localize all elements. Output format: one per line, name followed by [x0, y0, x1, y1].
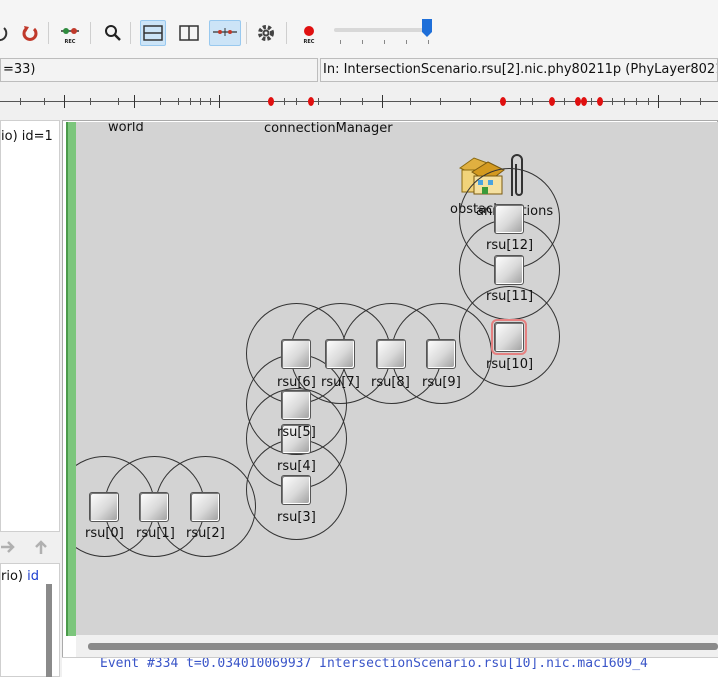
rsu-node-label: rsu[8] — [371, 375, 410, 390]
record-network-button[interactable]: REC — [57, 20, 83, 46]
rsu-node-label: rsu[11] — [486, 289, 534, 304]
inspector-entry: rio) id — [1, 569, 39, 584]
restart-button[interactable] — [17, 20, 43, 46]
restart-icon — [22, 26, 38, 41]
rsu-node-8[interactable] — [376, 339, 406, 369]
rsu-node-label: rsu[12] — [486, 238, 534, 253]
arrow-up-icon[interactable] — [33, 539, 49, 555]
rsu-node-label: rsu[5] — [277, 425, 316, 440]
inspector-entry-keyword: id — [27, 569, 39, 584]
inspector-entry-text: rio) — [1, 569, 28, 584]
timeline-icon — [213, 28, 237, 36]
speed-slider-track[interactable] — [334, 28, 430, 32]
rebuild-network-icon — [0, 27, 8, 42]
layout-horizontal-button[interactable] — [140, 20, 166, 46]
rsu-node-12[interactable] — [494, 204, 524, 234]
rsu-node-label: rsu[9] — [422, 375, 461, 390]
timeline-axis — [0, 101, 718, 102]
rsu-node-11[interactable] — [494, 255, 524, 285]
status-event-info: =33) — [0, 58, 318, 82]
inspector-nav — [0, 534, 62, 562]
rsu-node-6[interactable] — [281, 339, 311, 369]
rsu-node-5[interactable] — [281, 390, 311, 420]
rec-label: REC — [64, 39, 76, 45]
canvas-hscrollbar[interactable] — [88, 643, 718, 650]
rsu-node-label: rsu[0] — [85, 526, 124, 541]
layout-vertical-icon — [179, 25, 199, 41]
rsu-node-9[interactable] — [426, 339, 456, 369]
module-border-bar — [66, 122, 76, 636]
rsu-node-label: rsu[10] — [486, 357, 534, 372]
layout-horizontal-icon — [143, 25, 163, 41]
timeline-event-marker[interactable] — [268, 97, 274, 106]
event-log-panel[interactable]: Event #334 t=0.034010069937 Intersection… — [62, 657, 718, 677]
rec-label: REC — [303, 39, 315, 45]
search-button[interactable] — [100, 20, 126, 46]
timeline-event-marker[interactable] — [500, 97, 506, 106]
timeline-event-marker[interactable] — [549, 97, 555, 106]
rsu-node-label: rsu[6] — [277, 375, 316, 390]
object-tree-panel[interactable]: io) id=1 — [0, 120, 60, 532]
rsu-node-label: rsu[4] — [277, 459, 316, 474]
rsu-node-1[interactable] — [139, 492, 169, 522]
rsu-node-label: rsu[1] — [136, 526, 175, 541]
rsu-node-2[interactable] — [190, 492, 220, 522]
object-tree-entry[interactable]: io) id=1 — [1, 129, 53, 144]
world-label[interactable]: world — [108, 122, 144, 135]
status-module-info: In: IntersectionScenario.rsu[2].nic.phy8… — [320, 58, 718, 82]
settings-button[interactable] — [253, 20, 279, 46]
arrow-right-icon[interactable] — [0, 540, 16, 554]
rsu-node-0[interactable] — [89, 492, 119, 522]
rsu-node-label: rsu[2] — [186, 526, 225, 541]
status-bar: =33) In: IntersectionScenario.rsu[2].nic… — [0, 58, 718, 82]
timeline-toggle-button[interactable] — [209, 20, 241, 46]
rsu-node-10-selected[interactable] — [491, 319, 527, 355]
event-timeline[interactable] — [0, 82, 718, 120]
rsu-node-3[interactable] — [281, 475, 311, 505]
rsu-node-label: rsu[3] — [277, 510, 316, 525]
timeline-event-marker[interactable] — [597, 97, 603, 106]
rsu-node-7[interactable] — [325, 339, 355, 369]
inspector-scrollbar[interactable] — [46, 584, 52, 677]
search-icon — [105, 25, 121, 41]
network-canvas[interactable]: world connectionManager obstacles annota… — [76, 122, 718, 635]
event-log-line: Event #334 t=0.034010069937 Intersection… — [100, 657, 648, 671]
record-video-button[interactable]: REC — [296, 20, 322, 46]
rsu-node-label: rsu[7] — [321, 375, 360, 390]
rebuild-network-button[interactable] — [0, 20, 12, 46]
gear-icon — [258, 25, 274, 41]
connection-manager-label[interactable]: connectionManager — [264, 122, 393, 136]
speed-slider-ticks — [340, 40, 430, 46]
timeline-event-marker[interactable] — [581, 97, 587, 106]
speed-slider-thumb[interactable] — [421, 18, 433, 38]
layout-vertical-button[interactable] — [176, 20, 202, 46]
timeline-event-marker[interactable] — [308, 97, 314, 106]
toolbar: REC REC — [0, 0, 718, 58]
qtenv-window: REC REC =33) In: IntersectionScenario.rs… — [0, 0, 718, 677]
